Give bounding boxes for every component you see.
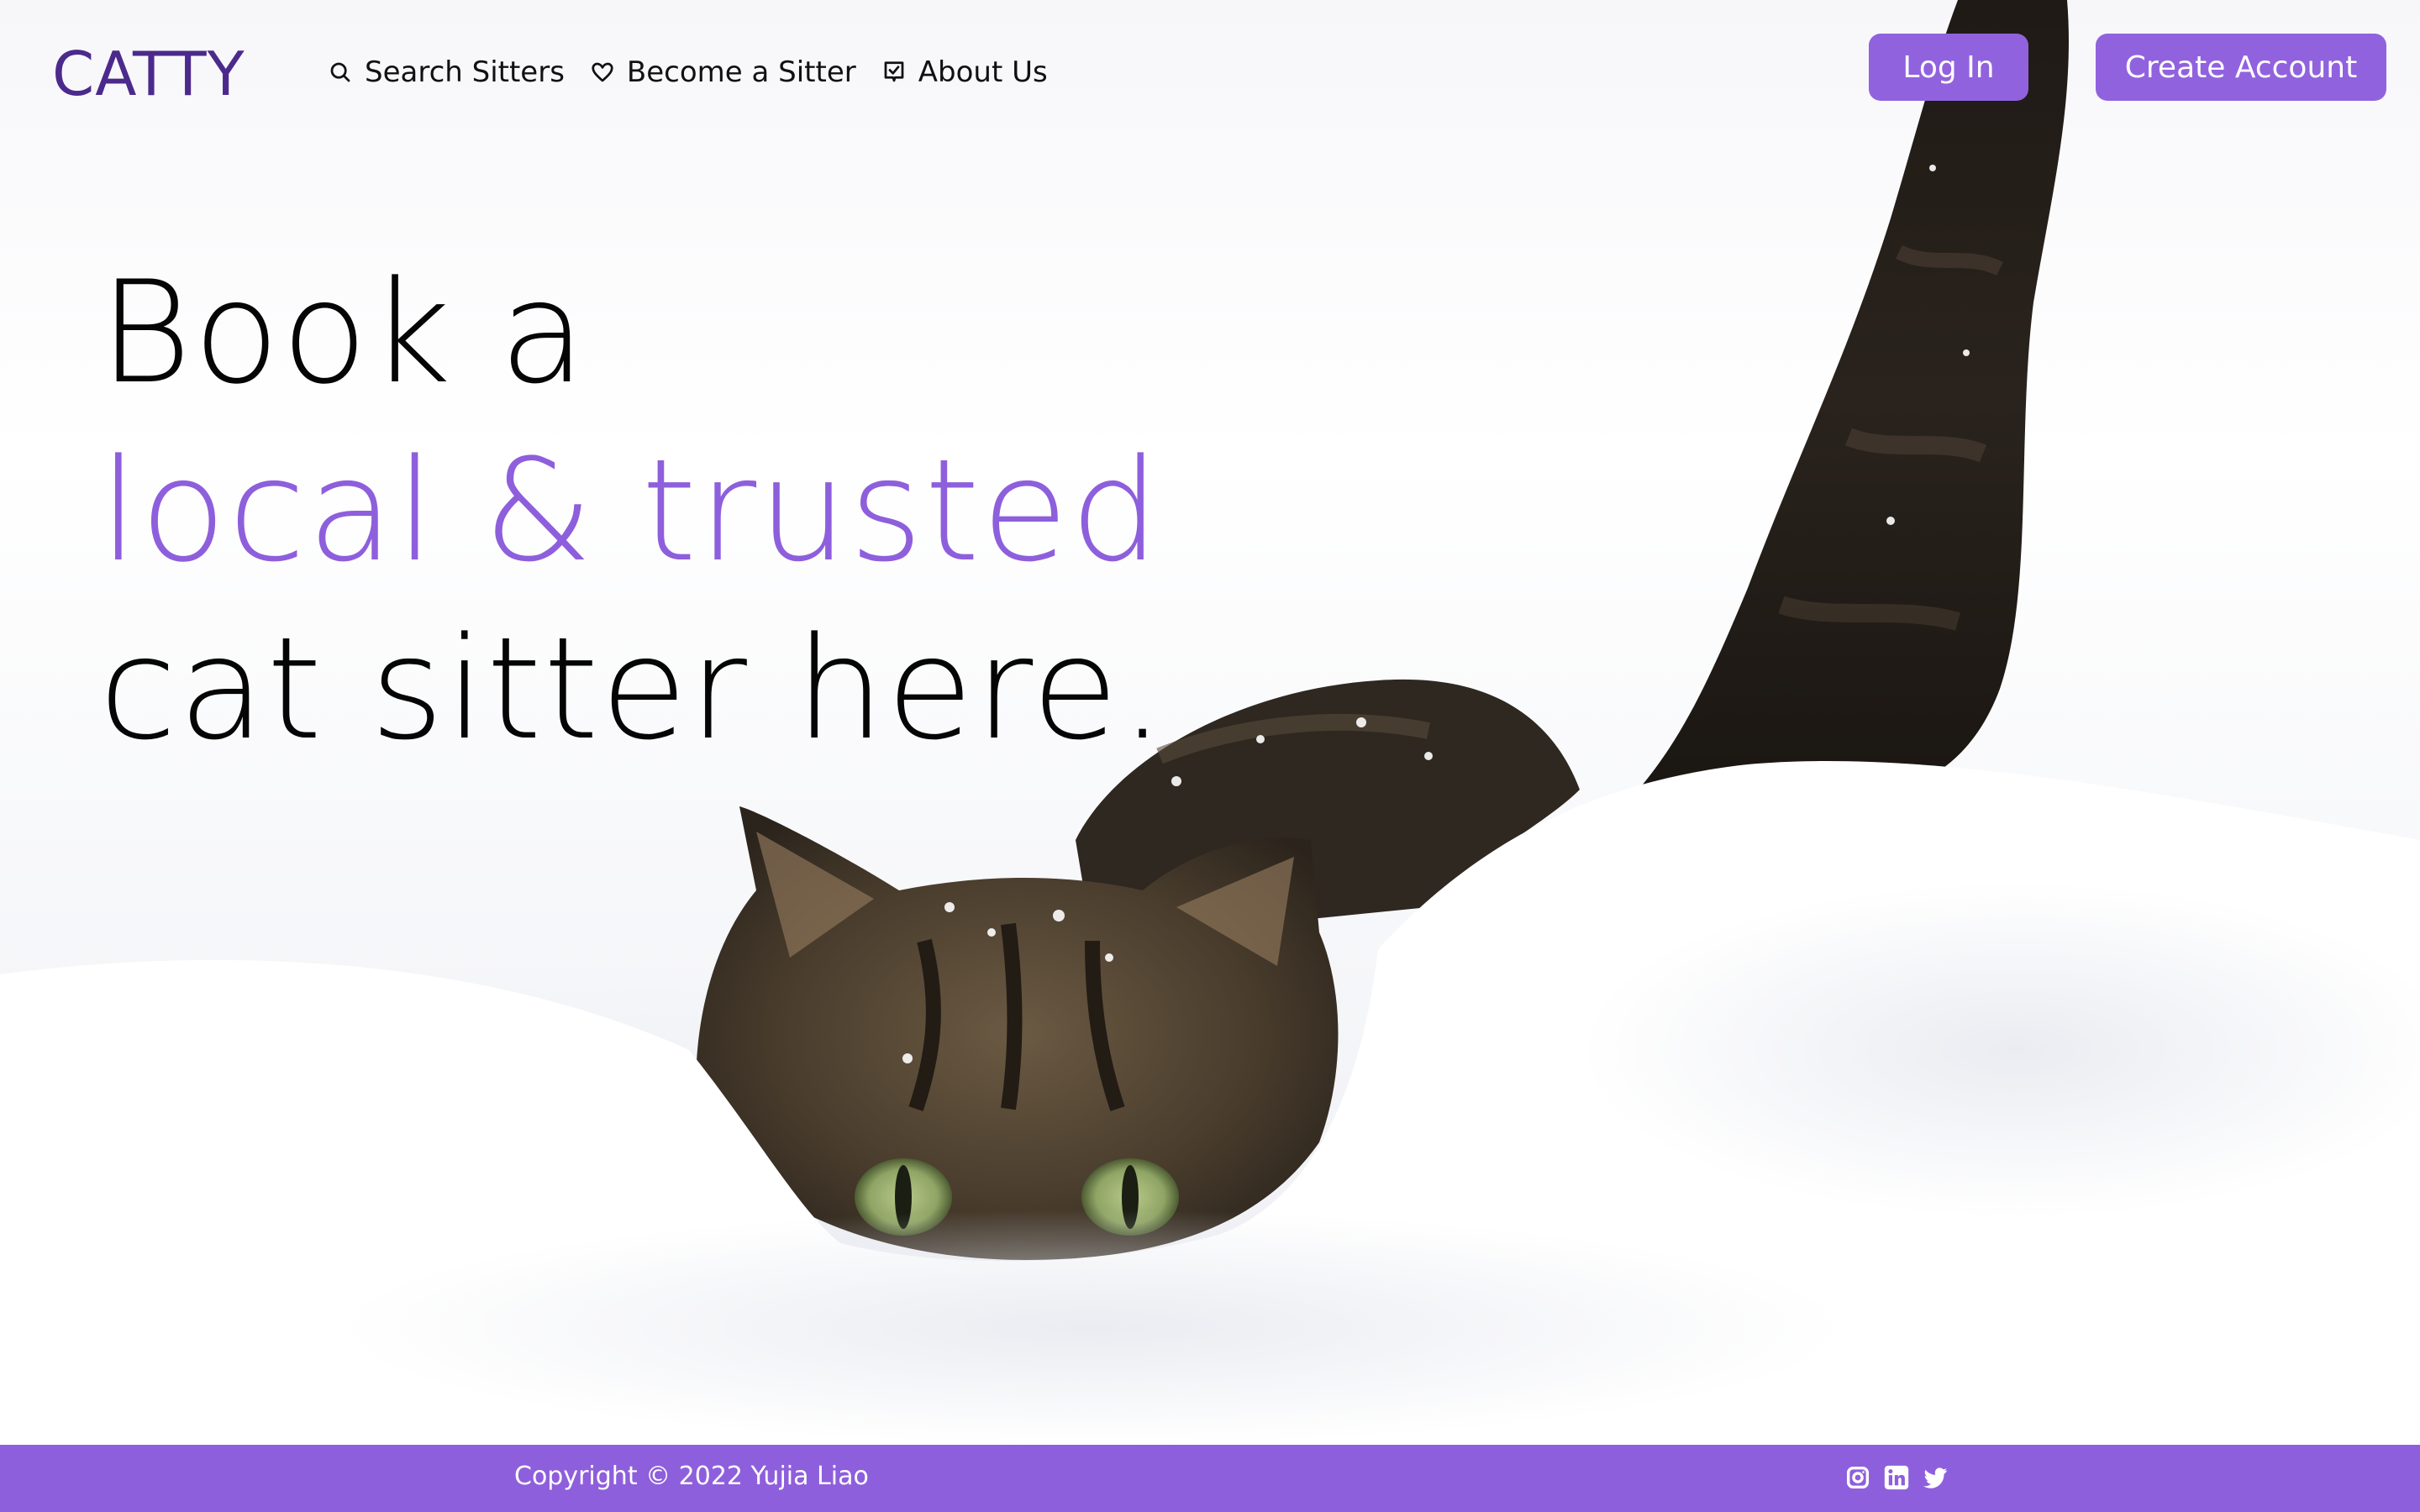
site-footer: Copyright © 2022 Yujia Liao [0,1445,2420,1512]
nav-item-about-us[interactable]: About Us [881,55,1048,89]
landing-page: CATTY Search Sitters Become a Sitter Abo… [0,0,2420,1512]
login-button[interactable]: Log In [1869,34,2028,101]
hero-line-2-accent: local & trusted [99,428,1162,593]
nav-item-label: Become a Sitter [626,55,856,89]
nav-item-label: Search Sitters [365,55,565,89]
twitter-icon[interactable] [1919,1462,1951,1494]
hero-line-1: Book a [99,250,588,415]
site-header: CATTY Search Sitters Become a Sitter Abo… [0,0,2420,151]
instagram-icon[interactable] [1842,1462,1874,1494]
nav-item-become-a-sitter[interactable]: Become a Sitter [590,55,856,89]
nav-item-search-sitters[interactable]: Search Sitters [328,55,565,89]
brand-logo[interactable]: CATTY [52,39,245,109]
create-account-button[interactable]: Create Account [2096,34,2386,101]
heart-icon [592,62,613,82]
search-icon [330,62,350,82]
check-box-icon [884,61,904,82]
copyright-text: Copyright © 2022 Yujia Liao [514,1462,869,1491]
nav-item-label: About Us [918,55,1048,89]
hero-line-3: cat sitter here. [99,606,1167,771]
linkedin-icon[interactable] [1881,1462,1912,1494]
social-links [1842,1462,1951,1494]
hero-headline: Book a local & trusted cat sitter here. [99,244,1166,778]
main-nav: Search Sitters Become a Sitter About Us [328,55,1048,89]
